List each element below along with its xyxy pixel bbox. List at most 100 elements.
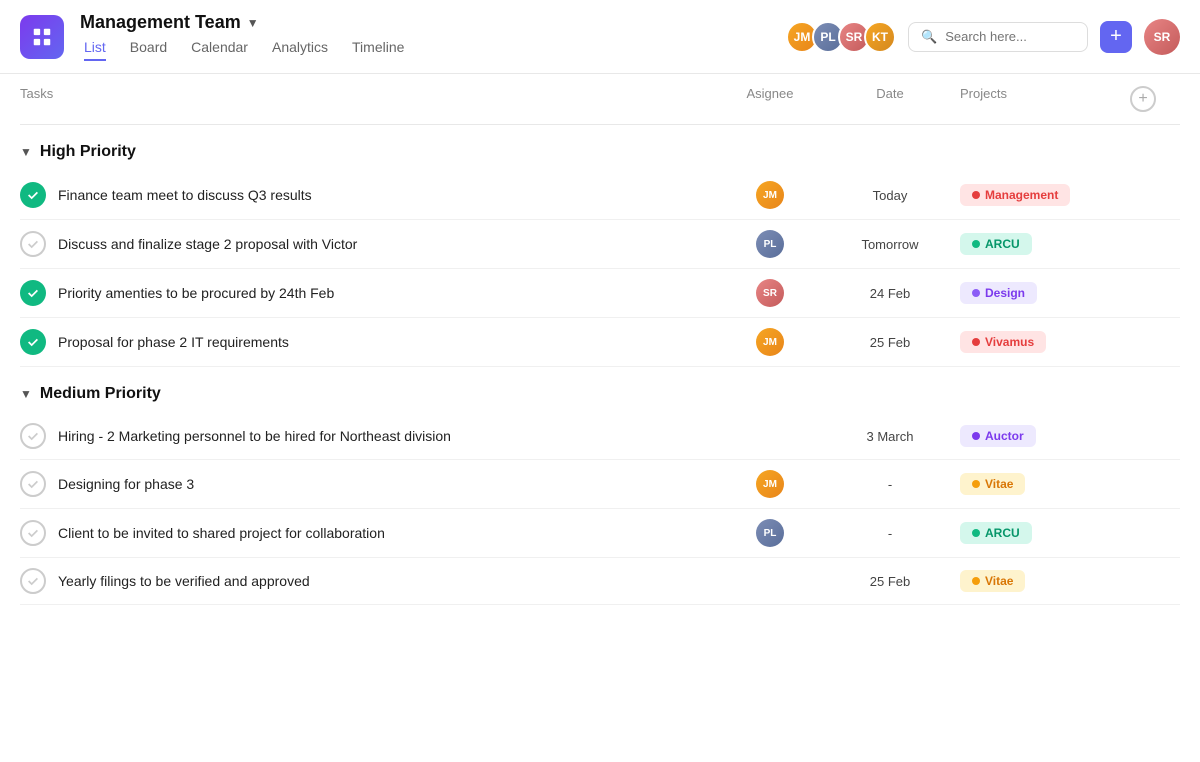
col-date: Date (830, 86, 950, 112)
search-input[interactable] (945, 29, 1075, 44)
task-name: Yearly filings to be verified and approv… (58, 573, 310, 589)
date-cell: 25 Feb (830, 335, 950, 350)
project-badge[interactable]: ARCU (960, 233, 1032, 255)
task-check-area: Client to be invited to shared project f… (20, 520, 710, 546)
task-check-area: Priority amenties to be procured by 24th… (20, 280, 710, 306)
nav-calendar[interactable]: Calendar (191, 39, 248, 61)
logo-icon (31, 26, 53, 48)
medium-priority-section-header[interactable]: ▼ Medium Priority (20, 367, 1180, 413)
nav-timeline[interactable]: Timeline (352, 39, 404, 61)
table-row: Finance team meet to discuss Q3 results … (20, 171, 1180, 220)
table-row: Yearly filings to be verified and approv… (20, 558, 1180, 605)
table-row: Discuss and finalize stage 2 proposal wi… (20, 220, 1180, 269)
task-name: Hiring - 2 Marketing personnel to be hir… (58, 428, 451, 444)
task-check-area: Yearly filings to be verified and approv… (20, 568, 710, 594)
assignee-cell: JM (710, 470, 830, 498)
project-badge[interactable]: ARCU (960, 522, 1032, 544)
team-chevron-icon: ▼ (247, 16, 259, 30)
date-cell: 24 Feb (830, 286, 950, 301)
col-tasks: Tasks (20, 86, 710, 112)
project-badge[interactable]: Management (960, 184, 1070, 206)
add-column-button[interactable]: + (1130, 86, 1156, 112)
table-row: Hiring - 2 Marketing personnel to be hir… (20, 413, 1180, 460)
header-right: JM PL SR KT 🔍 + SR (786, 19, 1180, 55)
project-badge[interactable]: Vitae (960, 570, 1025, 592)
check-icon-pending[interactable] (20, 568, 46, 594)
date-cell: Today (830, 188, 950, 203)
task-assignee-avatar: PL (756, 230, 784, 258)
user-avatar[interactable]: SR (1144, 19, 1180, 55)
table-row: Proposal for phase 2 IT requirements JM … (20, 318, 1180, 367)
date-cell: - (830, 477, 950, 492)
collaborator-avatars: JM PL SR KT (786, 21, 896, 53)
assignee-cell: PL (710, 230, 830, 258)
check-icon-pending[interactable] (20, 520, 46, 546)
col-add[interactable]: + (1130, 86, 1180, 112)
check-icon-pending[interactable] (20, 471, 46, 497)
check-icon-completed[interactable] (20, 280, 46, 306)
task-assignee-avatar: SR (756, 279, 784, 307)
project-badge[interactable]: Vitae (960, 473, 1025, 495)
team-name[interactable]: Management Team ▼ (80, 12, 404, 33)
task-check-area: Designing for phase 3 (20, 471, 710, 497)
task-name: Priority amenties to be procured by 24th… (58, 285, 334, 301)
task-name: Proposal for phase 2 IT requirements (58, 334, 289, 350)
project-label: Vivamus (985, 335, 1034, 349)
medium-priority-title: Medium Priority (40, 385, 161, 403)
task-check-area: Proposal for phase 2 IT requirements (20, 329, 710, 355)
project-badge[interactable]: Vivamus (960, 331, 1046, 353)
project-cell: Design (950, 282, 1130, 304)
date-cell: 3 March (830, 429, 950, 444)
nav-analytics[interactable]: Analytics (272, 39, 328, 61)
project-badge[interactable]: Design (960, 282, 1037, 304)
check-icon-pending[interactable] (20, 423, 46, 449)
high-priority-section-header[interactable]: ▼ High Priority (20, 125, 1180, 171)
task-assignee-avatar: PL (756, 519, 784, 547)
date-cell: - (830, 526, 950, 541)
app-header: Management Team ▼ List Board Calendar An… (0, 0, 1200, 74)
avatar-4: KT (864, 21, 896, 53)
project-label: ARCU (985, 526, 1020, 540)
add-button[interactable]: + (1100, 21, 1132, 53)
check-icon-completed[interactable] (20, 182, 46, 208)
task-name: Finance team meet to discuss Q3 results (58, 187, 312, 203)
project-label: Management (985, 188, 1058, 202)
check-icon-completed[interactable] (20, 329, 46, 355)
app-logo (20, 15, 64, 59)
task-check-area: Discuss and finalize stage 2 proposal wi… (20, 231, 710, 257)
col-projects: Projects (950, 86, 1130, 112)
date-cell: Tomorrow (830, 237, 950, 252)
search-icon: 🔍 (921, 29, 937, 45)
project-label: Vitae (985, 574, 1013, 588)
task-check-area: Finance team meet to discuss Q3 results (20, 182, 710, 208)
assignee-cell: JM (710, 181, 830, 209)
task-assignee-avatar: JM (756, 181, 784, 209)
project-label: Design (985, 286, 1025, 300)
high-priority-title: High Priority (40, 143, 136, 161)
task-assignee-avatar: JM (756, 470, 784, 498)
task-name: Client to be invited to shared project f… (58, 525, 385, 541)
project-cell: ARCU (950, 233, 1130, 255)
task-name: Designing for phase 3 (58, 476, 194, 492)
task-name: Discuss and finalize stage 2 proposal wi… (58, 236, 357, 252)
assignee-cell: SR (710, 279, 830, 307)
nav-board[interactable]: Board (130, 39, 167, 61)
table-row: Designing for phase 3 JM - Vitae (20, 460, 1180, 509)
task-check-area: Hiring - 2 Marketing personnel to be hir… (20, 423, 710, 449)
task-assignee-avatar: JM (756, 328, 784, 356)
assignee-cell: PL (710, 519, 830, 547)
project-cell: Vitae (950, 570, 1130, 592)
table-row: Priority amenties to be procured by 24th… (20, 269, 1180, 318)
search-box[interactable]: 🔍 (908, 22, 1088, 52)
table-row: Client to be invited to shared project f… (20, 509, 1180, 558)
check-icon-pending[interactable] (20, 231, 46, 257)
project-badge[interactable]: Auctor (960, 425, 1036, 447)
project-label: Vitae (985, 477, 1013, 491)
nav-list[interactable]: List (84, 39, 106, 61)
assignee-cell: JM (710, 328, 830, 356)
project-label: ARCU (985, 237, 1020, 251)
table-header: Tasks Asignee Date Projects + (20, 74, 1180, 125)
project-cell: Vivamus (950, 331, 1130, 353)
task-table: Tasks Asignee Date Projects + ▼ High Pri… (0, 74, 1200, 605)
main-nav: List Board Calendar Analytics Timeline (84, 39, 404, 61)
